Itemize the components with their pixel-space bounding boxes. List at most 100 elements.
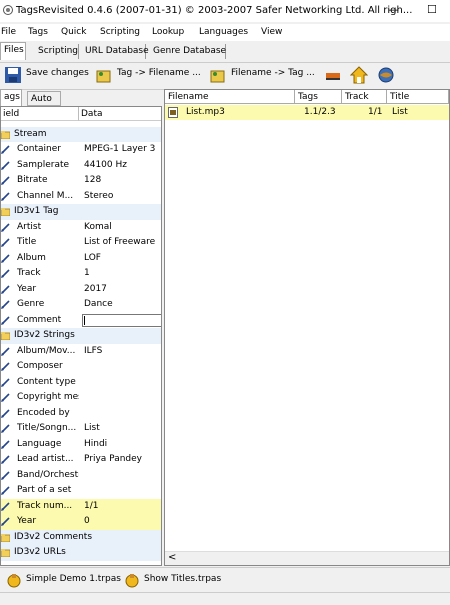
- edit-pencil-icon: [1, 470, 10, 480]
- scroll-left-icon[interactable]: <: [168, 552, 176, 563]
- edit-pencil-icon: [1, 486, 10, 495]
- comment-input[interactable]: [82, 313, 161, 327]
- clear-tag-icon[interactable]: [324, 66, 342, 84]
- tag-field-value: 2017: [84, 283, 107, 294]
- menu-file[interactable]: File: [1, 27, 16, 37]
- edit-pencil-icon: [1, 145, 10, 154]
- tag-field-value: 1: [84, 268, 90, 278]
- edit-pencil-icon: [1, 300, 10, 309]
- menu-tags[interactable]: Tags: [28, 27, 48, 37]
- tag-field-name: Track num...: [17, 500, 73, 511]
- tag-group-row[interactable]: Stream: [1, 126, 161, 142]
- column-header-title[interactable]: Title: [387, 90, 449, 104]
- script-show-titles-button[interactable]: Show Titles.trpas: [144, 574, 221, 584]
- menu-lookup[interactable]: Lookup: [152, 27, 184, 37]
- folder-icon: [1, 208, 10, 216]
- horizontal-scrollbar[interactable]: <: [165, 551, 449, 565]
- menu-view[interactable]: View: [261, 27, 282, 37]
- edit-pencil-icon: [1, 346, 10, 356]
- tag-field-row[interactable]: Title/Songn... List: [1, 421, 161, 437]
- tag-field-row[interactable]: Title List of Freeware: [1, 235, 161, 251]
- column-header-tags[interactable]: Tags: [295, 90, 342, 104]
- menu-quick[interactable]: Quick: [61, 27, 86, 37]
- tab-genre-database[interactable]: Genre Database: [150, 44, 226, 59]
- left-panel-tabs: ags Auto: [0, 89, 162, 107]
- edit-pencil-icon: [1, 160, 10, 170]
- edit-pencil-icon: [1, 176, 10, 185]
- tag-group-row[interactable]: ID3v1 Tag: [1, 204, 161, 220]
- column-header-field[interactable]: ield: [1, 107, 79, 121]
- edit-pencil-icon: [1, 269, 10, 278]
- tag-field-row[interactable]: Container MPEG-1 Layer 3: [1, 142, 161, 158]
- tag-group-label: ID3v2 Comments: [14, 531, 93, 542]
- tag-field-value: LOF: [84, 252, 101, 263]
- tag-field-row[interactable]: Language Hindi: [1, 437, 161, 453]
- save-changes-button[interactable]: Save changes: [26, 68, 89, 78]
- tag-field-row[interactable]: Year 2017: [1, 282, 161, 298]
- maximize-button[interactable]: ☐: [427, 3, 437, 16]
- minimize-button[interactable]: —: [388, 3, 399, 16]
- tag-field-row[interactable]: Comment: [1, 313, 161, 329]
- edit-pencil-icon: [1, 439, 10, 449]
- home-icon[interactable]: [350, 66, 368, 84]
- tag-field-row[interactable]: Band/Orchestra/Accompaniment: [1, 468, 161, 484]
- tag-field-row[interactable]: Channel M... Stereo: [1, 189, 161, 205]
- tag-field-row[interactable]: Track num... 1/1: [1, 498, 161, 514]
- tag-group-row[interactable]: ID3v2 Strings: [1, 328, 161, 344]
- edit-pencil-icon: [1, 362, 10, 371]
- tag-field-row[interactable]: Composer: [1, 359, 161, 375]
- tab-tags[interactable]: ags: [0, 89, 22, 107]
- web-lookup-icon[interactable]: [377, 66, 395, 84]
- menu-scripting[interactable]: Scripting: [100, 27, 140, 37]
- tag-field-row[interactable]: Track 1: [1, 266, 161, 282]
- tag-field-row[interactable]: Content type: [1, 375, 161, 391]
- tag-field-name: Container: [17, 144, 61, 154]
- tag-field-name: Comment: [17, 314, 62, 325]
- edit-pencil-icon: [1, 191, 10, 201]
- filename-to-tag-button[interactable]: Filename -> Tag ...: [231, 68, 315, 78]
- script-simple-demo-button[interactable]: Simple Demo 1.trpas: [26, 574, 121, 584]
- tag-group-row[interactable]: ID3v2 URLs: [1, 545, 161, 561]
- menu-languages[interactable]: Languages: [199, 27, 248, 37]
- tab-files[interactable]: Files: [0, 42, 26, 60]
- tag-field-row[interactable]: Bitrate 128: [1, 173, 161, 189]
- tag-group-label: Stream: [14, 128, 47, 139]
- file-row[interactable]: List.mp3 1.1/2.3 1/1 List: [165, 105, 449, 120]
- filename-to-tag-icon[interactable]: [209, 66, 227, 84]
- tag-field-row[interactable]: Lead artist... Priya Pandey: [1, 452, 161, 468]
- tab-url-database[interactable]: URL Database: [82, 44, 149, 59]
- tag-field-name: Album/Mov...: [17, 345, 76, 356]
- tag-field-row[interactable]: Year 0: [1, 514, 161, 530]
- tag-field-row[interactable]: Samplerate 44100 Hz: [1, 158, 161, 174]
- file-track: 1/1: [368, 107, 383, 117]
- column-header-data[interactable]: Data: [79, 107, 161, 121]
- tag-field-row[interactable]: Copyright message: [1, 390, 161, 406]
- tag-field-value: ILFS: [84, 345, 103, 356]
- file-name: List.mp3: [186, 107, 225, 117]
- tag-group-row[interactable]: ID3v2 Comments: [1, 529, 161, 545]
- tab-scripting[interactable]: Scripting: [35, 44, 79, 59]
- tag-field-name: Genre: [17, 299, 45, 309]
- column-header-track[interactable]: Track: [342, 90, 387, 104]
- column-header-filename[interactable]: Filename: [165, 90, 295, 104]
- tag-field-row[interactable]: Album LOF: [1, 251, 161, 267]
- tag-field-row[interactable]: Artist Komal: [1, 220, 161, 236]
- tag-field-row[interactable]: Encoded by: [1, 406, 161, 422]
- tag-field-name: Artist: [17, 221, 42, 232]
- tag-to-filename-button[interactable]: Tag -> Filename ...: [117, 68, 201, 78]
- floppy-disk-icon[interactable]: [4, 66, 22, 84]
- title-bar: TagsRevisited 0.4.6 (2007-01-31) © 2003-…: [0, 0, 450, 22]
- window-title: TagsRevisited 0.4.6 (2007-01-31) © 2003-…: [16, 5, 413, 16]
- tag-to-filename-icon[interactable]: [95, 66, 113, 84]
- tag-group-label: ID3v2 URLs: [14, 547, 66, 557]
- tag-field-row[interactable]: Genre Dance: [1, 297, 161, 313]
- tab-auto[interactable]: Auto: [27, 91, 61, 106]
- tag-field-value: 128: [84, 175, 102, 185]
- menu-bar: File Tags Quick Scripting Lookup Languag…: [0, 24, 450, 41]
- tag-field-row[interactable]: Part of a set: [1, 483, 161, 499]
- tag-field-value: List: [84, 423, 100, 433]
- edit-pencil-icon: [1, 424, 10, 433]
- tag-field-name: Title/Songn...: [17, 423, 77, 433]
- script-icon: [7, 574, 21, 588]
- tag-field-row[interactable]: Album/Mov... ILFS: [1, 344, 161, 360]
